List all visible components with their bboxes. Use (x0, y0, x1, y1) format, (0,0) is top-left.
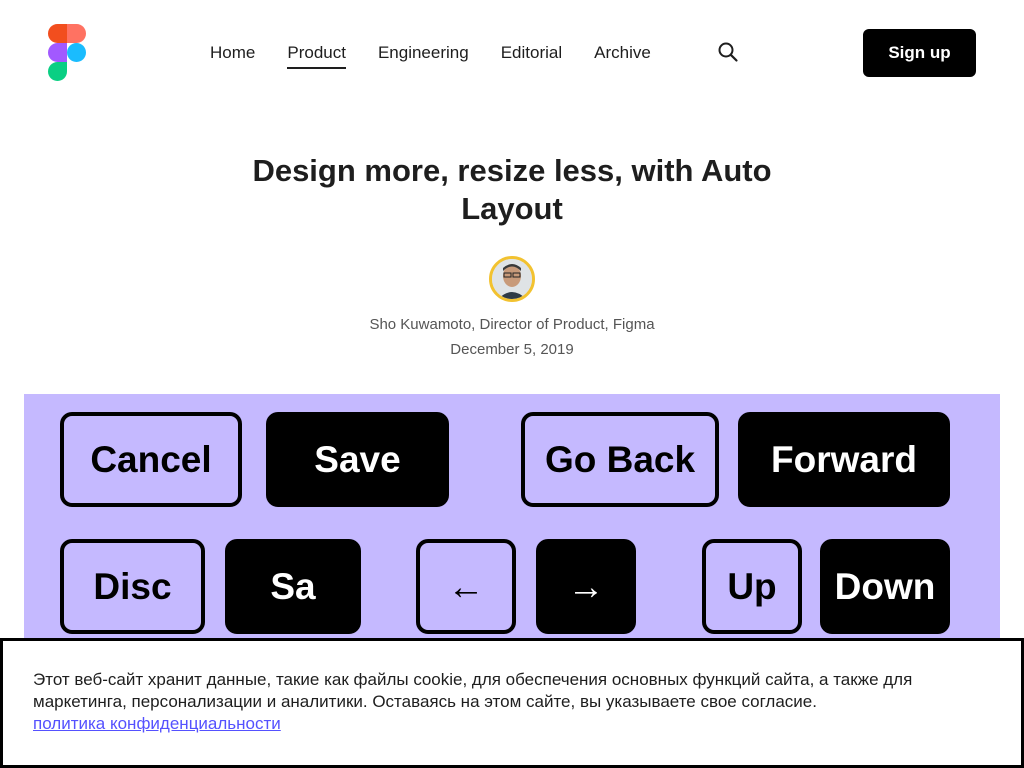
article-title: Design more, resize less, with Auto Layo… (252, 153, 772, 226)
nav-item-editorial[interactable]: Editorial (501, 42, 562, 64)
hero-button-save: Save (266, 412, 449, 507)
logo-segment-orange (67, 24, 86, 43)
hero-button-forward: Forward (738, 412, 950, 507)
figma-logo-icon[interactable] (48, 24, 86, 81)
logo-segment-green (48, 62, 67, 81)
hero-button-arrow-right: → (536, 539, 636, 634)
hero-button-go-back: Go Back (521, 412, 719, 507)
article-author: Sho Kuwamoto, Director of Product, Figma (369, 316, 655, 333)
nav-item-archive[interactable]: Archive (594, 42, 651, 64)
nav-item-home[interactable]: Home (210, 42, 255, 64)
logo-segment-blue (67, 43, 86, 62)
cookie-banner: Этот веб-сайт хранит данные, такие как ф… (0, 638, 1024, 768)
cookie-text: Этот веб-сайт хранит данные, такие как ф… (33, 670, 913, 711)
hero-illustration: Cancel Save Go Back Forward Disc Sa ← → … (24, 394, 1000, 644)
hero-button-cancel: Cancel (60, 412, 242, 507)
main-nav: Home Product Engineering Editorial Archi… (210, 41, 683, 69)
hero-button-sa: Sa (225, 539, 361, 634)
author-avatar (489, 256, 535, 302)
hero-button-down: Down (820, 539, 950, 634)
hero-button-disc: Disc (60, 539, 205, 634)
nav-item-product[interactable]: Product (287, 42, 346, 69)
hero-button-up: Up (702, 539, 802, 634)
logo-segment-red (48, 24, 67, 43)
signup-button[interactable]: Sign up (863, 29, 976, 77)
nav-item-engineering[interactable]: Engineering (378, 42, 469, 64)
search-icon[interactable] (717, 41, 739, 63)
article-date: December 5, 2019 (450, 341, 574, 358)
hero-button-arrow-left: ← (416, 539, 516, 634)
privacy-policy-link[interactable]: политика конфиденциальности (33, 714, 281, 733)
logo-segment-purple (48, 43, 67, 62)
